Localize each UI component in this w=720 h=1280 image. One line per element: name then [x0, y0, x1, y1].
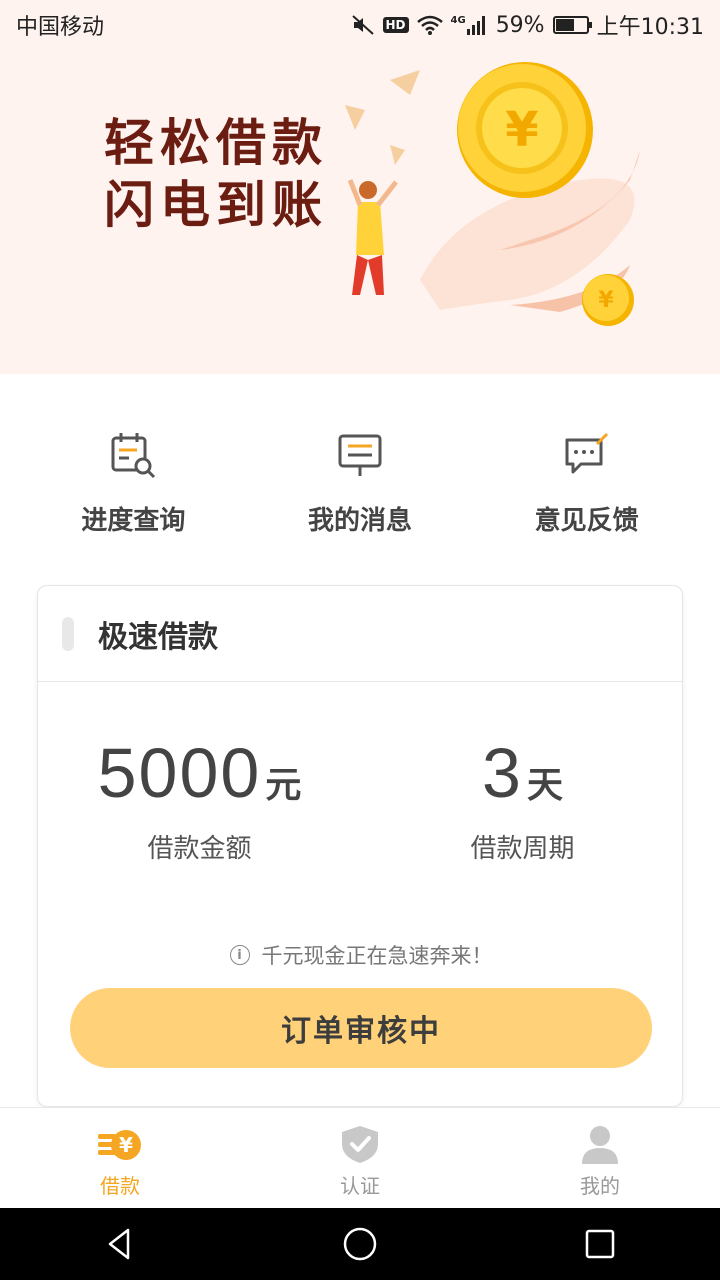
battery-percent: 59% [495, 12, 545, 38]
back-triangle-icon [108, 1228, 130, 1260]
progress-query-label: 进度查询 [81, 506, 186, 536]
svg-text:¥: ¥ [119, 1133, 133, 1157]
wifi-icon [416, 15, 443, 35]
tab-mine[interactable]: 我的 [480, 1108, 720, 1208]
loan-amount-unit: 元 [265, 765, 302, 806]
signal-icon: 4G [451, 15, 488, 35]
svg-text:¥: ¥ [598, 288, 614, 313]
carrier-name: 中国移动 [16, 15, 105, 40]
feedback-label: 意见反馈 [534, 506, 639, 536]
user-icon [582, 1126, 618, 1164]
my-messages-label: 我的消息 [308, 506, 413, 536]
feedback-icon [565, 432, 608, 474]
tab-loan[interactable]: ¥ 借款 [0, 1108, 240, 1208]
progress-query-button[interactable]: 进度查询 [20, 430, 247, 537]
header-accent-bar [62, 616, 74, 651]
recents-square-icon [585, 1229, 615, 1259]
yen-coins-icon: ¥ [98, 1130, 141, 1160]
hd-badge: HD [382, 17, 409, 33]
info-icon: i [229, 945, 250, 965]
message-icon [338, 434, 382, 476]
mute-icon [351, 14, 375, 36]
my-messages-button[interactable]: 我的消息 [247, 430, 474, 537]
loan-period-value: 3 [482, 734, 523, 812]
slogan-line-1: 轻松借款 [104, 114, 328, 172]
banner-illustration: ¥ ¥ [345, 62, 640, 326]
feedback-button[interactable]: 意见反馈 [473, 430, 700, 537]
quick-loan-card: 极速借款 5000 元 借款金额 3 天 借款周期 i 千元现金正在急速奔来！ [37, 585, 683, 1107]
recents-button[interactable] [570, 1214, 630, 1274]
svg-text:¥: ¥ [505, 102, 538, 158]
quick-actions: 进度查询 我的消息 意见反馈 [20, 430, 700, 537]
loan-period-label: 借款周期 [470, 834, 575, 864]
home-button[interactable] [330, 1214, 390, 1274]
slogan-line-2: 闪电到账 [104, 176, 328, 234]
bottom-tab-bar: ¥ 借款 认证 我的 [0, 1107, 720, 1208]
order-status-button[interactable]: 订单审核中 [70, 988, 652, 1068]
loan-amount-value: 5000 [97, 734, 262, 812]
system-navigation-bar [0, 1208, 720, 1280]
loan-amount: 5000 元 借款金额 [38, 736, 361, 865]
notice-text: 千元现金正在急速奔来！ [261, 944, 493, 968]
loan-amount-value-group: 5000 元 [98, 736, 302, 810]
loan-period-value-group: 3 天 [482, 736, 563, 810]
promo-banner[interactable]: 轻松借款 闪电到账 ¥ ¥ [0, 50, 720, 374]
clock: 上午10:31 [596, 15, 704, 40]
banner-slogan: 轻松借款 闪电到账 [104, 112, 328, 236]
loan-period-unit: 天 [526, 765, 563, 806]
notice: i 千元现金正在急速奔来！ [38, 940, 684, 970]
shield-check-icon [342, 1126, 378, 1163]
network-type: 4G [450, 15, 466, 26]
card-title: 极速借款 [98, 619, 218, 655]
loan-period: 3 天 借款周期 [361, 736, 684, 865]
tab-mine-label: 我的 [580, 1174, 620, 1198]
tab-verify[interactable]: 认证 [240, 1108, 480, 1208]
calendar-search-icon [111, 433, 156, 479]
status-bar: 中国移动 HD 4G 59% 上午10:31 [0, 0, 720, 50]
tab-verify-label: 认证 [340, 1174, 380, 1198]
screen: 中国移动 HD 4G 59% 上午10:31 轻松借款 闪电到账 ¥ ¥ 进度查… [0, 0, 720, 1280]
home-circle-icon [343, 1227, 377, 1261]
battery-icon [552, 16, 592, 34]
tab-loan-label: 借款 [100, 1174, 140, 1198]
card-header: 极速借款 [38, 586, 682, 682]
loan-amount-label: 借款金额 [147, 834, 252, 864]
back-button[interactable] [90, 1214, 150, 1274]
status-icons: HD 4G 59% 上午10:31 [351, 9, 704, 41]
loan-stats: 5000 元 借款金额 3 天 借款周期 [38, 736, 684, 865]
